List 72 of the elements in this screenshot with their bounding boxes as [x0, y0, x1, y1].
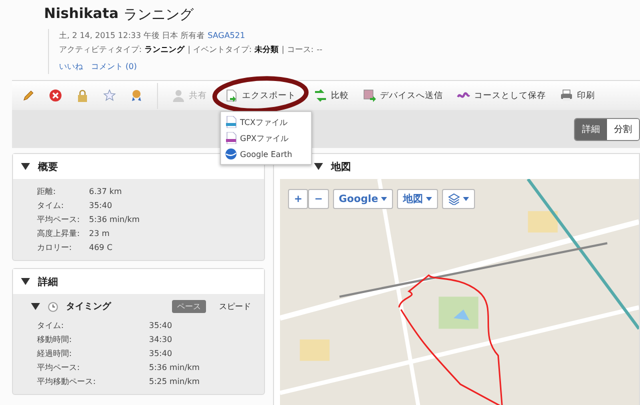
stat-label: カロリー:: [37, 242, 73, 254]
collapse-icon[interactable]: [21, 278, 30, 285]
collapse-icon[interactable]: [314, 163, 323, 170]
menu-item[interactable]: GPXファイル: [225, 131, 307, 145]
collapse-icon[interactable]: [31, 303, 40, 310]
stat-value: 5:25 min/km: [149, 376, 200, 388]
activity-type-value: ランニング: [144, 44, 185, 56]
event-type-label: | イベントタイプ:: [188, 44, 252, 56]
panel-title: 詳細: [38, 276, 58, 288]
compare-icon: [314, 89, 327, 102]
stat-label: 平均ペース:: [37, 214, 81, 226]
stat-label: 高度上昇量:: [37, 228, 81, 240]
stat-value: 6.37 km: [89, 186, 123, 198]
stat-value: 23 m: [89, 228, 111, 240]
pencil-icon[interactable]: [22, 89, 35, 102]
stat-value: 5:36 min/km: [149, 362, 200, 374]
stat-label: 移動時間:: [37, 334, 73, 346]
stat-label: 経過時間:: [37, 348, 73, 360]
date-owner-text: 土, 2 14, 2015 12:33 午後 日本 所有者: [59, 30, 205, 42]
provider-dropdown[interactable]: Google: [332, 189, 394, 209]
medal-icon[interactable]: [130, 89, 143, 102]
caret-icon: [463, 197, 470, 201]
collapse-icon[interactable]: [21, 163, 30, 170]
course-label: | コース:: [282, 44, 314, 56]
lock-icon[interactable]: [76, 89, 89, 102]
menu-item[interactable]: Google Earth: [225, 147, 307, 161]
course-value: --: [316, 44, 322, 56]
section-title: タイミング: [66, 300, 112, 313]
file-icon: [225, 116, 237, 128]
course-button[interactable]: コースとして保存: [457, 89, 546, 102]
delete-icon[interactable]: [49, 89, 62, 102]
stat-value: 34:30: [149, 334, 174, 346]
caret-icon: [426, 197, 432, 201]
layers-icon: [448, 193, 460, 205]
like-link[interactable]: いいね: [59, 60, 83, 74]
zoom-out-button[interactable]: −: [308, 189, 329, 209]
stat-value: 5:36 min/km: [89, 214, 140, 226]
caret-icon: [381, 197, 388, 201]
star-icon[interactable]: [103, 89, 116, 102]
clock-icon: [48, 302, 58, 312]
menu-item[interactable]: TCXファイル: [225, 115, 307, 129]
person-icon: [172, 89, 185, 102]
view-tab[interactable]: 詳細: [575, 118, 607, 140]
stat-label: 平均ペース:: [37, 362, 81, 374]
panel-title: 概要: [38, 160, 58, 174]
mode-toggle[interactable]: スピード: [214, 300, 256, 313]
stat-value: 35:40: [89, 200, 114, 212]
map-type-dropdown[interactable]: 地図: [397, 189, 438, 209]
comment-link[interactable]: コメント (0): [91, 60, 137, 74]
stat-label: タイム:: [37, 200, 65, 212]
owner-link[interactable]: SAGA521: [208, 29, 246, 43]
activity-type-label: アクティビティタイプ:: [59, 44, 142, 56]
print-button[interactable]: 印刷: [560, 89, 595, 102]
panel-title: 地図: [331, 160, 351, 174]
stat-value: 469 C: [89, 242, 114, 254]
event-type-value: 未分類: [254, 44, 279, 56]
file-icon: [225, 132, 237, 144]
stat-value: 35:40: [149, 348, 174, 360]
zoom-in-button[interactable]: +: [288, 189, 308, 209]
export-icon: [225, 89, 238, 102]
stat-label: 距離:: [37, 186, 57, 198]
globe-icon: [225, 148, 237, 160]
printer-icon: [560, 89, 573, 102]
device-button[interactable]: デバイスへ送信: [363, 89, 443, 102]
compare-button[interactable]: 比較: [314, 89, 349, 102]
stat-label: 平均移動ペース:: [37, 376, 97, 388]
activity-type-title: ランニング: [124, 6, 194, 24]
stat-value: 35:40: [149, 320, 174, 332]
activity-title: Nishikata: [44, 6, 119, 24]
layers-dropdown[interactable]: [442, 189, 476, 209]
view-tab[interactable]: 分割: [607, 118, 639, 140]
stat-label: タイム:: [37, 320, 65, 332]
